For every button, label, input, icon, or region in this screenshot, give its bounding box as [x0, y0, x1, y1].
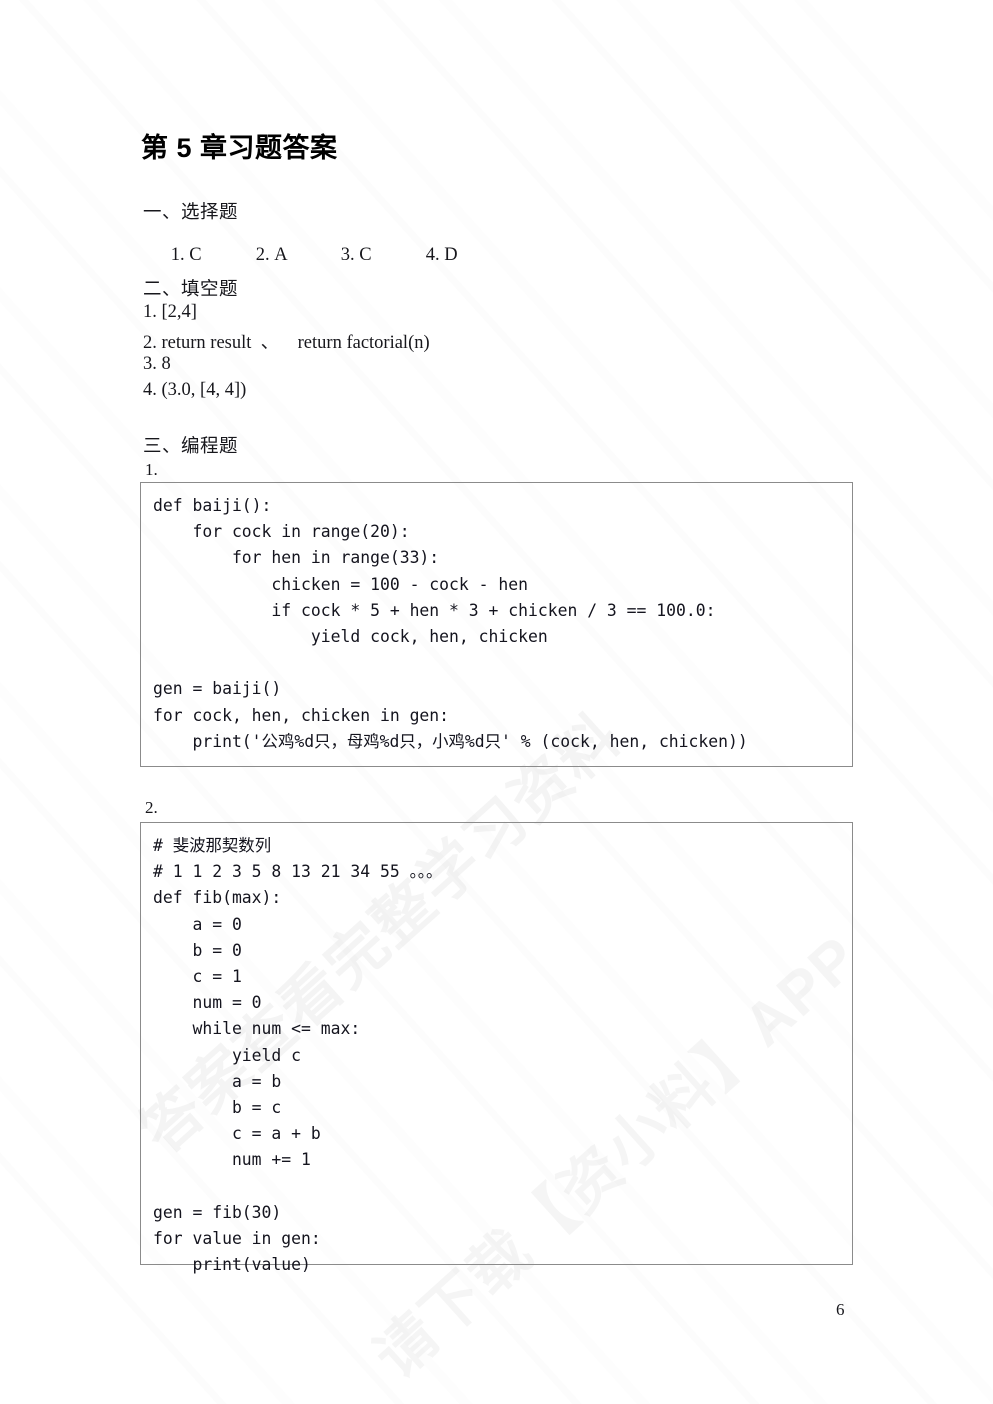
code-block-2: # 斐波那契数列 # 1 1 2 3 5 8 13 21 34 55 。。。 d…: [140, 822, 853, 1274]
fill-blank-answer-1: 1. [2,4]: [143, 302, 197, 322]
code-block-1-content: def baiji(): for cock in range(20): for …: [153, 496, 748, 751]
document-page: 答案查看完整学习资料 请下载【资小料】APP 第 5 章习题答案 一、选择题 1…: [0, 0, 993, 1404]
section-heading-programming: 三、编程题: [143, 437, 239, 457]
section-heading-fill-blank: 二、填空题: [143, 280, 239, 300]
fill-blank-answer-4: 4. (3.0, [4, 4]): [143, 380, 247, 400]
page-title: 第 5 章习题答案: [141, 133, 338, 163]
choice-answer-3: 3. C: [340, 245, 372, 265]
document-content: 第 5 章习题答案 一、选择题 1. C 2. A 3. C 4. D 二、填空题 1…: [0, 0, 993, 1404]
programming-item-2-label: 2.: [145, 798, 158, 817]
programming-item-1-label: 1.: [145, 460, 158, 479]
choice-answer-2: 2. A: [255, 245, 288, 265]
code-block-1: def baiji(): for cock in range(20): for …: [140, 482, 853, 767]
choice-answer-4: 4. D: [425, 245, 458, 265]
fill-blank-answer-3: 3. 8: [143, 354, 171, 374]
code-block-2-content: # 斐波那契数列 # 1 1 2 3 5 8 13 21 34 55 。。。 d…: [153, 836, 443, 1275]
page-number: 6: [836, 1300, 845, 1319]
fill-blank-answer-2: 2. return result 、 return factorial(n): [143, 333, 430, 353]
section-heading-choice: 一、选择题: [143, 203, 239, 223]
choice-answer-1: 1. C: [170, 245, 202, 265]
